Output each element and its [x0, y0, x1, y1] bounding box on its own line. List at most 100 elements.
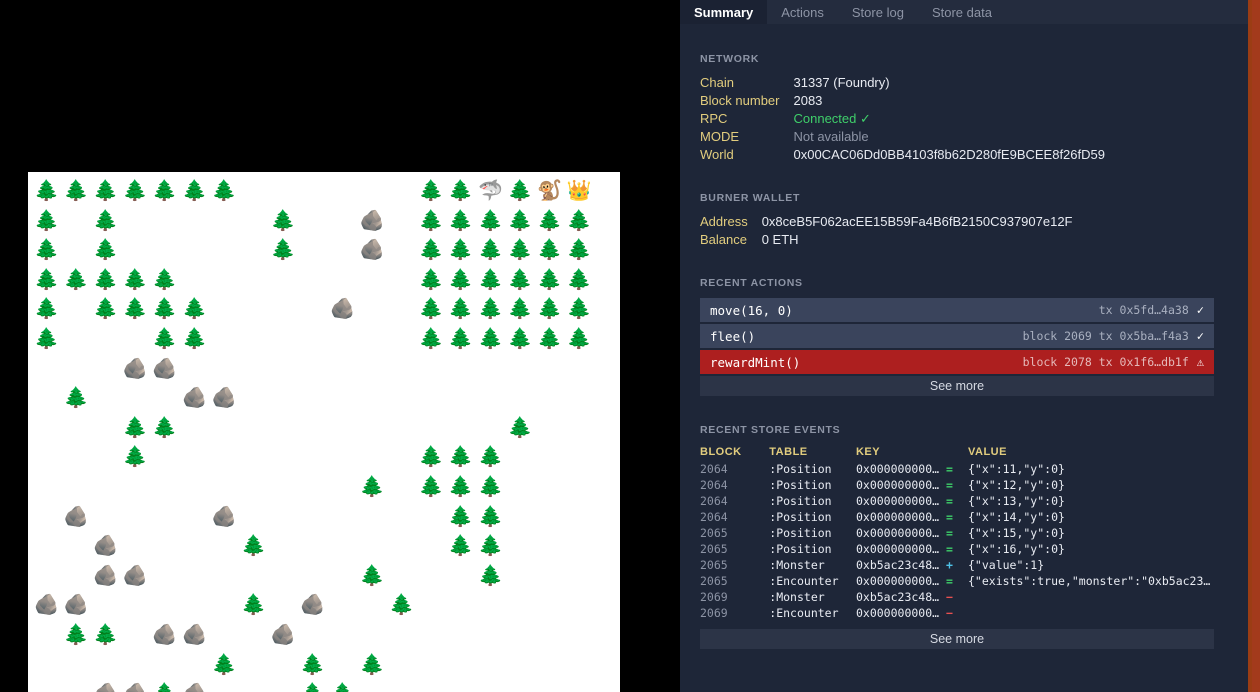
- action-meta: block 2078 tx 0x1f6…db1f: [1022, 355, 1189, 369]
- map-sprite-tree: 🌲: [93, 622, 119, 646]
- map-sprite-tree: 🌲: [418, 178, 444, 202]
- action-meta: block 2069 tx 0x5ba…f4a3: [1022, 329, 1189, 343]
- action-row[interactable]: move(16, 0) tx 0x5fd…4a38 ✓: [700, 298, 1214, 322]
- network-table: Chain 31337 (Foundry) Block number 2083 RPC C…: [700, 74, 1105, 164]
- map-sprite-tree: 🌲: [211, 178, 237, 202]
- check-icon: ✓: [1196, 329, 1204, 343]
- map-sprite-tree: 🌲: [152, 681, 177, 692]
- store-event-row: 2069:Encounter 0x000000000… −: [700, 605, 1214, 621]
- store-event-op: =: [939, 542, 953, 556]
- map-sprite-tree: 🌲: [507, 266, 533, 291]
- map-sprite-tree: 🌲: [418, 237, 444, 262]
- tab-store-data[interactable]: Store data: [918, 0, 1006, 24]
- map-sprite-tree: 🌲: [478, 266, 503, 291]
- map-sprite-rock: 🪨: [152, 622, 178, 646]
- network-value: 2083: [793, 93, 823, 108]
- action-row[interactable]: rewardMint() block 2078 tx 0x1f6…db1f ⚠: [700, 350, 1214, 374]
- network-row: MODE Not available: [700, 128, 1105, 146]
- window-right-edge-inner: [1252, 0, 1260, 692]
- map-sprite-tree: 🌲: [478, 444, 503, 469]
- store-event-value: {"exists":true,"monster":"0xb5ac23c4…: [968, 574, 1214, 588]
- network-section-title: NETWORK: [700, 53, 760, 65]
- store-event-row: 2064:Position 0x000000000… = {"x":13,"y":…: [700, 493, 1214, 509]
- map-sprite-tree: 🌲: [418, 207, 444, 232]
- map-sprite-rock: 🪨: [122, 355, 148, 380]
- store-event-key-cell: 0x000000000… =: [856, 461, 968, 477]
- map-sprite-tree: 🌲: [478, 474, 503, 498]
- tab-summary[interactable]: Summary: [680, 0, 768, 24]
- map-sprite-tree: 🌲: [566, 296, 592, 321]
- action-meta: tx 0x5fd…4a38: [1098, 303, 1189, 317]
- map-sprite-tree: 🌲: [152, 296, 178, 321]
- recent-actions-see-more-button[interactable]: See more: [700, 376, 1214, 396]
- store-events-column-header: TABLE: [769, 446, 808, 458]
- map-sprite-tree: 🌲: [448, 178, 474, 202]
- check-icon: ✓: [1196, 303, 1204, 317]
- map-sprite-tree: 🌲: [359, 651, 385, 676]
- action-row[interactable]: flee() block 2069 tx 0x5ba…f4a3 ✓: [700, 324, 1214, 348]
- map-sprite-tree: 🌲: [211, 651, 237, 676]
- map-sprite-tree: 🌲: [34, 326, 59, 350]
- network-key: World: [700, 147, 734, 162]
- map-sprite-rock: 🪨: [123, 681, 148, 692]
- store-event-op: =: [939, 574, 953, 588]
- store-event-op: =: [939, 526, 953, 540]
- store-event-value: {"x":14,"y":0}: [968, 510, 1065, 524]
- map-sprite-rock: 🪨: [359, 207, 385, 232]
- map-sprite-tree: 🌲: [448, 533, 474, 558]
- map-sprite-tree: 🌲: [418, 326, 444, 350]
- map-sprite-tree: 🌲: [34, 237, 59, 262]
- store-event-table-name: :Position: [769, 494, 832, 508]
- store-event-row: 2064:Position 0x000000000… = {"x":11,"y":…: [700, 461, 1214, 477]
- map-sprite-rock: 🪨: [211, 503, 237, 528]
- map-sprite-rock: 🪨: [359, 237, 385, 262]
- store-event-key: 0x000000000…: [855, 478, 940, 492]
- map-sprite-tree: 🌲: [566, 237, 592, 262]
- map-sprite-tree: 🌲: [448, 266, 474, 291]
- tab-actions[interactable]: Actions: [767, 0, 838, 24]
- map-sprite-goal: 👑: [566, 178, 592, 202]
- tab-store-log[interactable]: Store log: [838, 0, 918, 24]
- map-sprite-rock: 🪨: [330, 296, 355, 321]
- store-event-key-cell: 0x000000000… −: [856, 605, 968, 621]
- map-sprite-tree: 🌲: [478, 296, 503, 321]
- store-event-value: [968, 605, 1214, 621]
- map-sprite-tree: 🌲: [152, 266, 178, 291]
- store-event-key: 0x000000000…: [855, 606, 940, 620]
- network-value: Connected ✓: [793, 111, 871, 126]
- store-event-table-name: :Encounter: [769, 606, 839, 620]
- store-events-see-more-button[interactable]: See more: [700, 629, 1214, 649]
- warning-icon: ⚠: [1196, 355, 1204, 369]
- store-event-value: {"value":1}: [968, 558, 1045, 572]
- store-event-block: 2064: [700, 494, 728, 508]
- store-event-key: 0x000000000…: [855, 510, 940, 524]
- store-event-row: 2069:Monster 0xb5ac23c48… −: [700, 589, 1214, 605]
- store-event-value: {"x":12,"y":0}: [968, 478, 1065, 492]
- store-events-column-header: VALUE: [968, 446, 1007, 458]
- burner-wallet-section-title: BURNER WALLET: [700, 192, 801, 204]
- store-event-key: 0x000000000…: [855, 494, 940, 508]
- map-sprite-rock: 🪨: [182, 385, 207, 410]
- store-event-table-name: :Monster: [769, 558, 825, 572]
- map-sprite-tree: 🌲: [507, 207, 533, 232]
- map-sprite-tree: 🌲: [507, 414, 533, 439]
- store-event-row: 2065:Position 0x000000000… = {"x":16,"y":…: [700, 541, 1214, 557]
- map-sprite-tree: 🌲: [63, 266, 89, 291]
- store-event-block: 2064: [700, 462, 728, 476]
- store-event-key-cell: 0xb5ac23c48… +: [856, 557, 968, 573]
- store-event-key-cell: 0x000000000… =: [856, 541, 968, 557]
- map-sprite-tree: 🌲: [359, 474, 385, 498]
- map-sprite-tree: 🌲: [182, 178, 207, 202]
- recent-actions-section-title: RECENT ACTIONS: [700, 277, 803, 289]
- store-event-key: 0x000000000…: [855, 542, 940, 556]
- store-event-block: 2064: [700, 478, 728, 492]
- map-sprite-tree: 🌲: [182, 296, 207, 321]
- map-sprite-tree: 🌲: [122, 296, 148, 321]
- store-event-key-cell: 0xb5ac23c48… −: [856, 589, 968, 605]
- store-event-table-name: :Position: [769, 526, 832, 540]
- store-event-table-name: :Encounter: [769, 574, 839, 588]
- map-sprite-tree: 🌲: [93, 207, 119, 232]
- burner-wallet-key: Address: [700, 214, 748, 229]
- game-map-canvas[interactable]: 🌲 🌲 🌲 🌲 🌲 🌲 🌲 🌲 🌲 🦈 🌲 🐒 👑 🌲 🌲 🌲 🪨 🌲 🌲 🌲 🌲 🌲 🌲 🌲 🌲 🌲 🪨 🌲 🌲 🌲 🌲 🌲 🌲 🌲 🌲 🌲 🌲 🌲 🌲 🌲…: [28, 172, 620, 692]
- burner-wallet-table: Address 0x8ceB5F062acEE15B59Fa4B6fB2150C9…: [700, 213, 1073, 249]
